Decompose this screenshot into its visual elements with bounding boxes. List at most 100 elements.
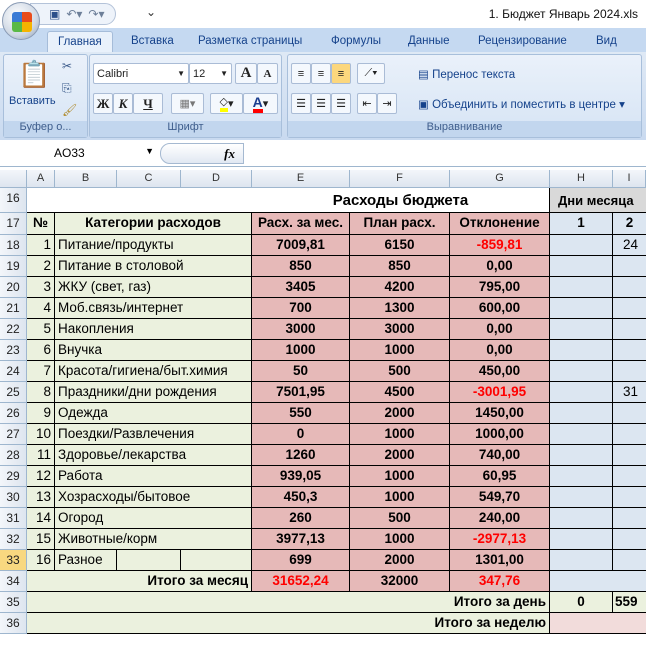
day-2-value[interactable]	[613, 340, 646, 361]
select-all-corner[interactable]	[0, 170, 27, 188]
day-2-value[interactable]	[613, 508, 646, 529]
cell-c33[interactable]	[117, 550, 181, 571]
spent-value[interactable]: 7009,81	[252, 235, 350, 256]
diff-value[interactable]: 740,00	[450, 445, 550, 466]
row-header-27[interactable]: 27	[0, 424, 27, 445]
row-header-26[interactable]: 26	[0, 403, 27, 424]
diff-value[interactable]: 549,70	[450, 487, 550, 508]
category-name[interactable]: Питание/продукты	[55, 235, 252, 256]
day-2-value[interactable]: 24	[613, 235, 646, 256]
total-spent[interactable]: 31652,24	[252, 571, 350, 592]
per-day-label[interactable]: Итого за день	[27, 592, 550, 613]
day-1-value[interactable]	[550, 550, 613, 571]
row-number[interactable]: 9	[27, 403, 55, 424]
row-number[interactable]: 4	[27, 298, 55, 319]
day-1-value[interactable]	[550, 403, 613, 424]
column-header-i[interactable]: I	[613, 170, 646, 188]
diff-value[interactable]: 0,00	[450, 256, 550, 277]
day-1-value[interactable]	[550, 319, 613, 340]
cell-h34[interactable]	[550, 571, 646, 592]
total-diff[interactable]: 347,76	[450, 571, 550, 592]
category-name[interactable]: Разное	[55, 550, 117, 571]
spent-value[interactable]: 3000	[252, 319, 350, 340]
font-name-select[interactable]: Calibri ▼	[93, 63, 189, 84]
day-1-value[interactable]	[550, 361, 613, 382]
row-number[interactable]: 5	[27, 319, 55, 340]
day-2-value[interactable]	[613, 256, 646, 277]
row-header-30[interactable]: 30	[0, 487, 27, 508]
spent-value[interactable]: 1000	[252, 340, 350, 361]
row-header-34[interactable]: 34	[0, 571, 27, 592]
row-number[interactable]: 3	[27, 277, 55, 298]
cut-icon[interactable]: ✂	[62, 59, 72, 73]
office-button[interactable]	[2, 2, 40, 40]
redo-icon[interactable]: ↷▾	[88, 7, 104, 21]
column-header-f[interactable]: F	[350, 170, 450, 188]
day-1-value[interactable]	[550, 382, 613, 403]
category-name[interactable]: ЖКУ (свет, газ)	[55, 277, 252, 298]
day-1-value[interactable]	[550, 424, 613, 445]
header-spent[interactable]: Расх. за мес.	[252, 213, 350, 235]
paste-icon[interactable]: 📋	[18, 59, 50, 90]
row-number[interactable]: 7	[27, 361, 55, 382]
plan-value[interactable]: 2000	[350, 403, 450, 424]
category-name[interactable]: Накопления	[55, 319, 252, 340]
category-name[interactable]: Огород	[55, 508, 252, 529]
formula-input[interactable]	[245, 143, 645, 164]
plan-value[interactable]: 850	[350, 256, 450, 277]
align-top-button[interactable]: ≡	[291, 63, 311, 84]
spent-value[interactable]: 700	[252, 298, 350, 319]
header-category[interactable]: Категории расходов	[55, 213, 252, 235]
align-left-button[interactable]: ☰	[291, 93, 311, 114]
fill-color-button[interactable]: ◇ ▾	[210, 93, 243, 114]
row-header-23[interactable]: 23	[0, 340, 27, 361]
category-name[interactable]: Хозрасходы/бытовое	[55, 487, 252, 508]
header-day-2[interactable]: 2	[613, 213, 646, 235]
cell-a16[interactable]	[27, 188, 252, 213]
diff-value[interactable]: -2977,13	[450, 529, 550, 550]
plan-value[interactable]: 1000	[350, 424, 450, 445]
row-number[interactable]: 10	[27, 424, 55, 445]
column-header-e[interactable]: E	[252, 170, 350, 188]
diff-value[interactable]: 795,00	[450, 277, 550, 298]
header-plan[interactable]: План расх.	[350, 213, 450, 235]
tab-data[interactable]: Данные	[408, 31, 450, 52]
plan-value[interactable]: 6150	[350, 235, 450, 256]
total-label[interactable]: Итого за месяц	[27, 571, 252, 592]
day-2-value[interactable]	[613, 529, 646, 550]
tab-formulas[interactable]: Формулы	[331, 31, 381, 52]
total-plan[interactable]: 32000	[350, 571, 450, 592]
plan-value[interactable]: 4200	[350, 277, 450, 298]
plan-value[interactable]: 2000	[350, 445, 450, 466]
font-size-select[interactable]: 12 ▼	[189, 63, 232, 84]
day-2-value[interactable]	[613, 361, 646, 382]
row-header-32[interactable]: 32	[0, 529, 27, 550]
align-bottom-button[interactable]: ≡	[331, 63, 351, 84]
row-number[interactable]: 16	[27, 550, 55, 571]
diff-value[interactable]: 1301,00	[450, 550, 550, 571]
column-header-h[interactable]: H	[550, 170, 613, 188]
diff-value[interactable]: -859,81	[450, 235, 550, 256]
day-1-value[interactable]	[550, 529, 613, 550]
day-2-value[interactable]	[613, 445, 646, 466]
row-header-33[interactable]: 33	[0, 550, 27, 571]
underline-button[interactable]: Ч	[133, 93, 163, 114]
row-header-31[interactable]: 31	[0, 508, 27, 529]
diff-value[interactable]: 1000,00	[450, 424, 550, 445]
diff-value[interactable]: 450,00	[450, 361, 550, 382]
spent-value[interactable]: 850	[252, 256, 350, 277]
day-2-value[interactable]: 31	[613, 382, 646, 403]
row-header-36[interactable]: 36	[0, 613, 27, 634]
day-1-value[interactable]	[550, 235, 613, 256]
day-2-value[interactable]	[613, 319, 646, 340]
spent-value[interactable]: 260	[252, 508, 350, 529]
cell-d33[interactable]	[181, 550, 252, 571]
day-2-value[interactable]	[613, 487, 646, 508]
day-1-value[interactable]	[550, 340, 613, 361]
row-header-16[interactable]: 16	[0, 188, 27, 213]
spent-value[interactable]: 939,05	[252, 466, 350, 487]
day-1-value[interactable]	[550, 508, 613, 529]
column-header-b[interactable]: B	[55, 170, 117, 188]
day-2-value[interactable]	[613, 466, 646, 487]
paste-button[interactable]: Вставить	[9, 95, 56, 107]
